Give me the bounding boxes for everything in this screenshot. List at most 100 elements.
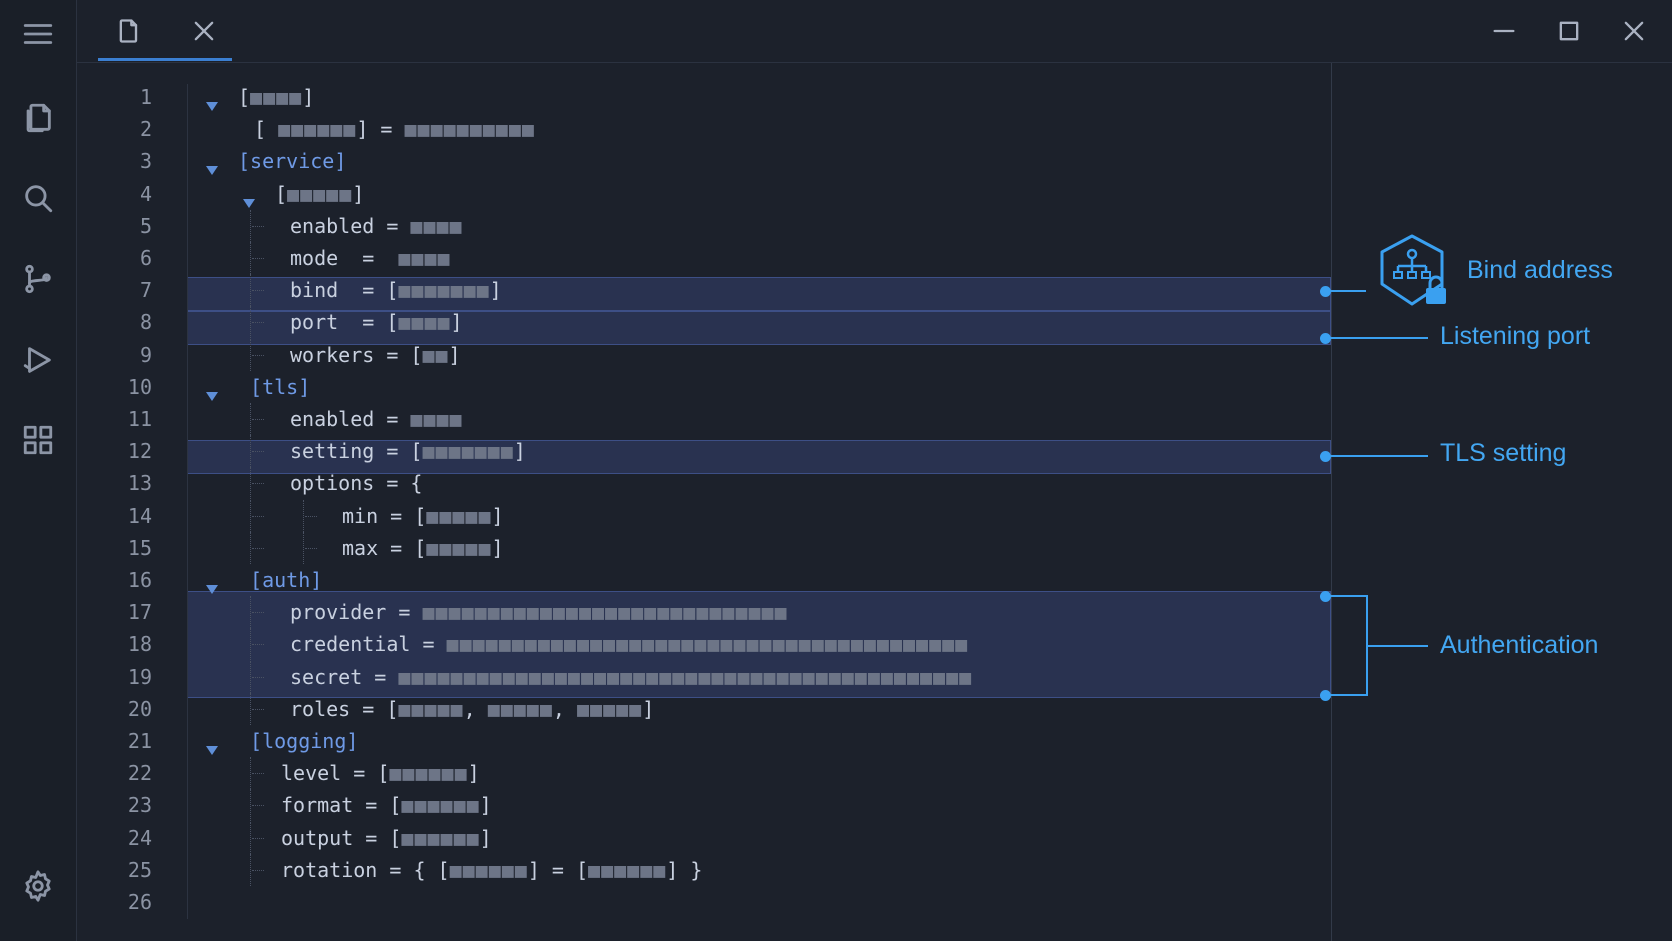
code-token: ] }: [666, 857, 703, 882]
code-line[interactable]: 3 [service]: [0, 145, 1331, 177]
code-token: ] =: [356, 117, 405, 142]
file-icon[interactable]: [109, 11, 149, 51]
code-line[interactable]: 14 min = [■■■■■]: [0, 499, 1331, 532]
code-line[interactable]: 19 secret = ■■■■■■■■■■■■■■■■■■■■■■■■■■■■■…: [0, 660, 1331, 693]
indent-guide: [250, 274, 251, 307]
code-line[interactable]: 7 bind = [■■■■■■■]: [0, 274, 1331, 307]
indent-guide: [250, 242, 251, 274]
fold-chevron-icon[interactable]: [205, 380, 219, 401]
code-line[interactable]: 26: [0, 886, 1331, 918]
redacted-value: ■■■■■■: [588, 857, 667, 882]
indent-guide-tick: [252, 225, 264, 227]
annotation-tls-label: TLS setting: [1440, 439, 1567, 467]
code-text: [ ■■■■■■] = ■■■■■■■■■■: [254, 113, 535, 145]
code-token: mode =: [290, 246, 399, 270]
redacted-value: ■■■■■■: [401, 825, 480, 850]
code-text: max = [■■■■■]: [342, 532, 504, 564]
code-line[interactable]: 5 enabled = ■■■■: [0, 209, 1331, 242]
code-text: roles = [■■■■■, ■■■■■, ■■■■■]: [290, 693, 654, 725]
line-number: 6: [139, 246, 152, 270]
code-token: ] = [: [527, 857, 589, 882]
code-text: enabled = ■■■■: [290, 210, 463, 242]
code-text: rotation = { [■■■■■■] = [■■■■■■] }: [281, 854, 702, 886]
fold-chevron-icon[interactable]: [205, 154, 219, 176]
code-line[interactable]: 12 setting = [■■■■■■■]: [0, 435, 1331, 468]
redacted-value: ■■■■■■■: [398, 278, 490, 303]
indent-guide-tick: [252, 773, 264, 775]
code-token: min = [: [342, 503, 427, 528]
line-number: 23: [127, 793, 152, 818]
line-number: 1: [139, 85, 152, 109]
indent-guide-tick: [252, 258, 264, 259]
line-number: 18: [127, 632, 152, 657]
code-token: output = [: [281, 825, 402, 850]
line-number: 4: [139, 181, 152, 206]
annotation-auth-label: Authentication: [1440, 631, 1599, 659]
code-line[interactable]: 6 mode = ■■■■: [0, 242, 1331, 274]
line-number: 12: [127, 439, 152, 464]
code-line[interactable]: 16 [auth]: [0, 564, 1331, 596]
code-token: ]: [448, 342, 461, 367]
indent-guide: [250, 467, 251, 500]
indent-guide-tick: [252, 676, 264, 678]
indent-guide: [250, 821, 251, 854]
close-icon[interactable]: [184, 11, 224, 51]
code-token: max = [: [342, 535, 427, 560]
redacted-value: ■■: [422, 342, 449, 367]
code-token: secret =: [290, 664, 399, 689]
code-line[interactable]: 23 format = [■■■■■■]: [0, 789, 1331, 822]
code-line[interactable]: 4 [■■■■■]: [0, 178, 1331, 210]
menu-icon[interactable]: [18, 14, 58, 54]
fold-chevron-icon[interactable]: [205, 734, 219, 755]
code-token: ]: [513, 439, 526, 464]
close-window-icon[interactable]: [1614, 11, 1654, 51]
indent-guide-tick: [305, 515, 317, 517]
redacted-value: ■■■■■■: [389, 761, 468, 786]
code-token: ]: [302, 85, 315, 109]
code-line[interactable]: 11 enabled = ■■■■: [0, 403, 1331, 435]
line-number: 22: [127, 761, 152, 786]
redacted-value: ■■■■: [398, 246, 451, 270]
fold-chevron-icon[interactable]: [242, 187, 256, 208]
code-line[interactable]: 20 roles = [■■■■■, ■■■■■, ■■■■■]: [0, 692, 1331, 725]
code-text: [■■■■■]: [275, 178, 364, 210]
redacted-value: ■■■■■■■■■■■■■■■■■■■■■■■■■■■■: [422, 600, 788, 625]
code-line[interactable]: 10 [tls]: [0, 371, 1331, 403]
code-token: [: [254, 117, 279, 142]
code-line[interactable]: 18 credential = ■■■■■■■■■■■■■■■■■■■■■■■■■…: [0, 628, 1331, 661]
code-line[interactable]: 2 [ ■■■■■■] = ■■■■■■■■■■: [0, 113, 1331, 145]
code-token: ]: [642, 696, 655, 721]
code-line[interactable]: 15 max = [■■■■■]: [0, 531, 1331, 564]
code-token: enabled =: [290, 407, 411, 431]
section-header: [auth]: [238, 568, 323, 592]
redacted-value: ■■■■■: [426, 535, 492, 560]
maximize-icon[interactable]: [1549, 11, 1589, 51]
code-token: ]: [491, 503, 504, 528]
indent-guide-tick: [252, 419, 264, 420]
code-token: [: [238, 85, 251, 109]
code-text: format = [■■■■■■]: [281, 789, 492, 821]
line-number: 14: [127, 503, 152, 528]
indent-guide: [250, 209, 251, 242]
code-token: provider =: [290, 600, 423, 625]
code-text: options = {: [290, 467, 422, 499]
code-line[interactable]: 9 workers = [■■]: [0, 338, 1331, 371]
code-token: ]: [489, 278, 502, 303]
fold-chevron-icon[interactable]: [205, 90, 219, 111]
code-line[interactable]: 22 level = [■■■■■■]: [0, 757, 1331, 790]
code-line[interactable]: 24 output = [■■■■■■]: [0, 821, 1331, 854]
code-line[interactable]: 1 [■■■■]: [0, 81, 1331, 113]
code-text: [auth]: [238, 564, 322, 596]
code-line[interactable]: 21 [logging]: [0, 725, 1331, 757]
indent-guide: [250, 692, 251, 725]
redacted-value: ■■■■■■■■■■■■■■■■■■■■■■■■■■■■■■■■■■■■■■■■…: [398, 664, 973, 689]
redacted-value: ■■■■: [398, 310, 451, 335]
redacted-value: ■■■■■: [287, 181, 353, 206]
code-line[interactable]: 17 provider = ■■■■■■■■■■■■■■■■■■■■■■■■■■■…: [0, 596, 1331, 629]
code-line[interactable]: 25 rotation = { [■■■■■■] = [■■■■■■] }: [0, 853, 1331, 886]
code-line[interactable]: 13 options = {: [0, 467, 1331, 500]
code-line[interactable]: 8 port = [■■■■]: [0, 306, 1331, 339]
minimize-icon[interactable]: [1484, 11, 1524, 51]
redacted-value: ■■■■■■■: [422, 439, 514, 464]
fold-chevron-icon[interactable]: [205, 573, 219, 594]
